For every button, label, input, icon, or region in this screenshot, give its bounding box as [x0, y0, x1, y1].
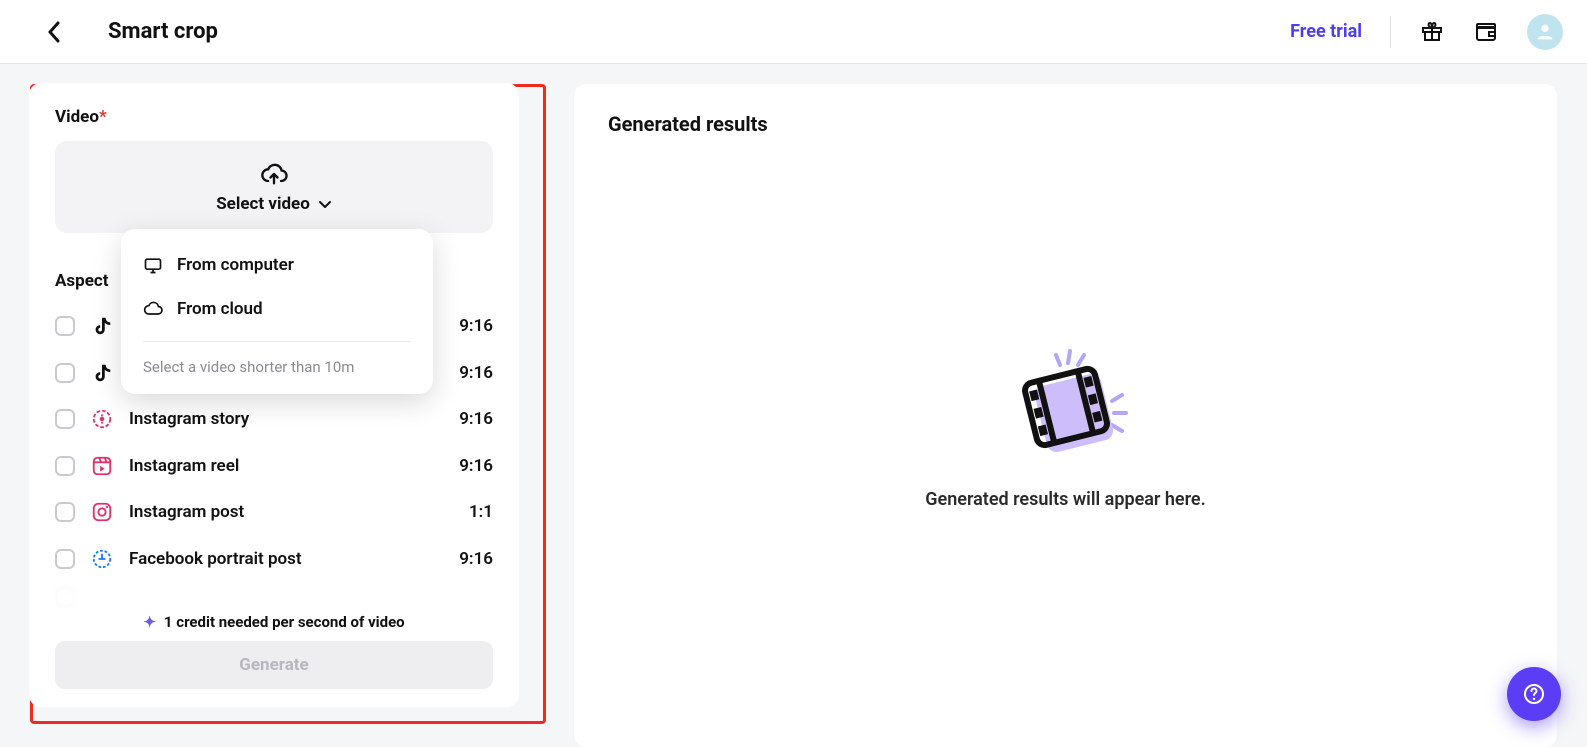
credit-note: ✦ 1 credit needed per second of video [55, 613, 493, 631]
ratio-value: 1:1 [469, 502, 493, 522]
film-illustration-icon [996, 345, 1136, 465]
header-actions: Free trial [1290, 14, 1563, 50]
credit-note-text: 1 credit needed per second of video [164, 613, 405, 631]
chevron-left-icon [47, 21, 61, 43]
config-panel: Video* Select video Aspect [29, 83, 519, 707]
page-title: Smart crop [108, 19, 218, 44]
cloud-upload-icon [260, 160, 288, 188]
cloud-icon [143, 299, 163, 319]
ratio-checkbox[interactable] [55, 363, 75, 383]
video-label-text: Video [55, 107, 99, 127]
select-video-dropdown: From computer From cloud Select a video … [121, 229, 433, 394]
aspect-ratio-item[interactable]: Instagram reel 9:16 [55, 445, 493, 488]
tiktok-icon [89, 313, 115, 339]
aspect-ratio-item[interactable]: Instagram post 1:1 [55, 491, 493, 534]
dropdown-from-cloud[interactable]: From cloud [121, 287, 433, 331]
results-panel: Generated results Generated res [574, 84, 1557, 747]
ratio-value: 9:16 [459, 456, 493, 476]
ratio-name: Instagram story [129, 409, 445, 429]
ratio-checkbox[interactable] [55, 409, 75, 429]
dropdown-from-computer-label: From computer [177, 255, 294, 275]
wallet-icon[interactable] [1473, 19, 1499, 45]
free-trial-link[interactable]: Free trial [1290, 21, 1362, 42]
aspect-ratio-item-overflow [55, 584, 493, 609]
instagram-post-icon [89, 499, 115, 525]
dropdown-from-computer[interactable]: From computer [121, 243, 433, 287]
select-video-label: Select video [216, 194, 310, 214]
workspace: Video* Select video Aspect [0, 64, 1587, 747]
chevron-down-icon [318, 197, 332, 211]
tiktok-icon [89, 360, 115, 386]
monitor-icon [143, 255, 163, 275]
ratio-value: 9:16 [459, 363, 493, 383]
dropdown-hint: Select a video shorter than 10m [121, 352, 433, 380]
select-video-button[interactable]: Select video [55, 141, 493, 233]
help-icon [1522, 682, 1546, 706]
ratio-checkbox[interactable] [55, 549, 75, 569]
sparkle-icon: ✦ [143, 613, 156, 631]
avatar[interactable] [1527, 14, 1563, 50]
facebook-icon [89, 546, 115, 572]
ratio-name: Instagram post [129, 502, 455, 522]
aspect-ratio-item[interactable]: Facebook portrait post 9:16 [55, 538, 493, 581]
sidebar-highlight-box: Video* Select video Aspect [30, 84, 546, 724]
generate-button[interactable]: Generate [55, 641, 493, 689]
ratio-value: 9:16 [459, 316, 493, 336]
aspect-ratio-item[interactable]: Instagram story 9:16 [55, 398, 493, 441]
results-placeholder-text: Generated results will appear here. [925, 489, 1205, 510]
instagram-story-icon [89, 406, 115, 432]
ratio-checkbox[interactable] [55, 456, 75, 476]
ratio-name: Facebook portrait post [129, 549, 445, 569]
ratio-value: 9:16 [459, 549, 493, 569]
results-title: Generated results [608, 112, 1523, 136]
ratio-checkbox[interactable] [55, 316, 75, 336]
instagram-reel-icon [89, 453, 115, 479]
ratio-checkbox[interactable] [55, 502, 75, 522]
back-button[interactable] [40, 18, 68, 46]
app-header: Smart crop Free trial [0, 0, 1587, 64]
ratio-value: 9:16 [459, 409, 493, 429]
dropdown-from-cloud-label: From cloud [177, 299, 263, 319]
required-asterisk: * [99, 107, 107, 127]
divider [1390, 16, 1391, 48]
ratio-name: Instagram reel [129, 456, 445, 476]
results-placeholder: Generated results will appear here. [608, 136, 1523, 719]
dropdown-separator [143, 341, 411, 342]
gift-icon[interactable] [1419, 19, 1445, 45]
help-button[interactable] [1507, 667, 1561, 721]
video-section-label: Video* [55, 107, 493, 127]
